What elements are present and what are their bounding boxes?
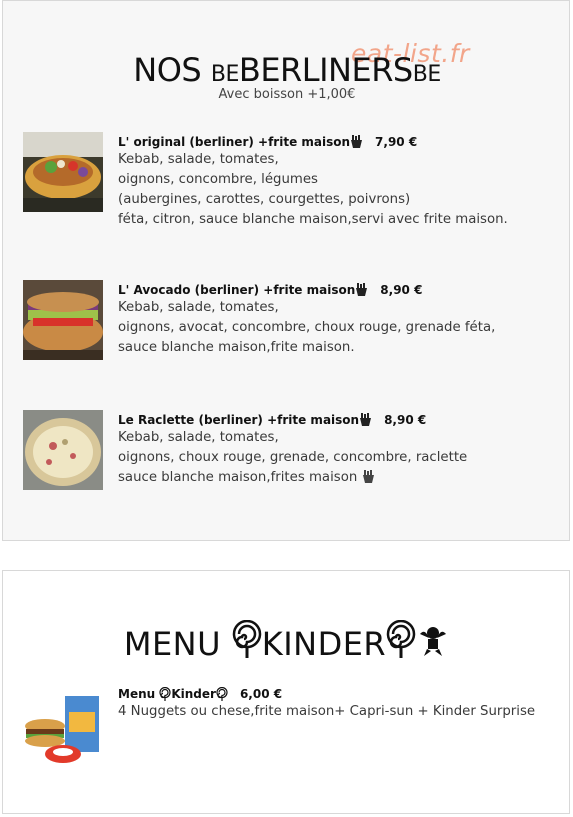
description-line: oignons, concombre, légumes [118,172,318,187]
item-image-avocado [23,280,103,360]
item-description-raclette: Kebab, salade, tomates, oignons, choux r… [118,428,467,490]
description-line: Kebab, salade, tomates, [118,430,279,445]
section-title-berliners: NOS BEBERLINERSBE [3,51,571,89]
item-name: Kinder [171,687,216,701]
title-part: BERLINERS [238,51,413,89]
item-price: 8,90 € [384,413,427,427]
lollipop-icon [232,619,262,666]
item-title-avocado: L' Avocado (berliner) +frite maison 8,90 … [118,283,422,299]
title-part: MENU [123,625,232,663]
item-price: 7,90 € [375,135,418,149]
fries-icon [350,135,363,151]
item-image-raclette [23,410,103,490]
item-title-raclette: Le Raclette (berliner) +frite maison 8,90… [118,413,426,429]
title-part: BE [412,62,442,87]
section-title-kinder: MENU KINDER [3,619,571,666]
description-line: 4 Nuggets ou chese,frite maison+ Capri-s… [118,704,536,719]
description-line: oignons, avocat, concombre, choux rouge,… [118,320,496,335]
description-line-with-icon: sauce blanche maison,frites maison [118,468,467,490]
item-name: Le Raclette (berliner) +frite maison [118,413,360,427]
description-line: (aubergines, carottes, courgettes, poivr… [118,192,411,207]
description-line: Kebab, salade, tomates, [118,152,279,167]
kinder-card: MENU KINDER Menu Kinder 6,00 € 4 Nuggets … [2,570,570,814]
description-line: oignons, choux rouge, grenade, concombre… [118,450,468,465]
item-name: L' Avocado (berliner) +frite maison [118,283,356,297]
item-image-original [23,132,103,212]
item-price: 6,00 € [239,687,283,701]
lollipop-icon [386,619,416,666]
section-subtitle: Avec boisson +1,00€ [218,87,356,102]
description-line: Kebab, salade, tomates, [118,300,279,315]
description-line: sauce blanche maison,frites maison [118,470,358,485]
cherub-icon [416,624,450,666]
item-name: Menu [118,687,160,701]
description-line: sauce blanche maison,frite maison. [118,340,355,355]
item-description-avocado: Kebab, salade, tomates, oignons, avocat,… [118,298,495,358]
fries-icon [362,470,375,490]
title-part: NOS [133,51,211,89]
item-price: 8,90 € [380,283,423,297]
item-name: L' original (berliner) +frite maison [118,135,351,149]
fries-icon [359,413,372,429]
fries-icon [355,283,368,299]
title-part: KINDER [261,625,387,663]
description-line: féta, citron, sauce blanche maison,servi… [118,212,508,227]
item-description-kinder: 4 Nuggets ou chese,frite maison+ Capri-s… [118,702,535,722]
item-image-kinder [23,686,103,766]
title-part: BE [210,62,240,87]
item-title-original: L' original (berliner) +frite maison 7,90… [118,135,417,151]
berliners-card: eat-list.fr NOS BEBERLINERSBE Avec boiss… [2,0,570,541]
item-description-original: Kebab, salade, tomates, oignons, concomb… [118,150,508,230]
